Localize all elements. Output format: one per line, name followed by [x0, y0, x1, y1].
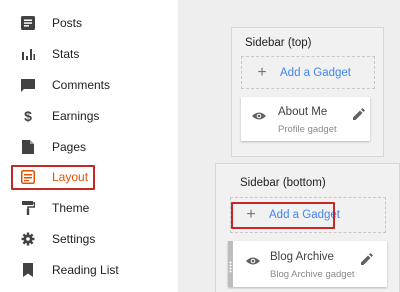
- layout-highlight: [11, 165, 95, 190]
- nav-label-earnings: Earnings: [52, 109, 100, 123]
- dollar-icon: $: [24, 108, 32, 124]
- nav-item-theme[interactable]: Theme: [10, 195, 89, 221]
- nav-item-settings[interactable]: Settings: [10, 226, 95, 252]
- posts-icon: [18, 13, 38, 33]
- gadget-title: Blog Archive: [270, 251, 334, 263]
- edit-pencil-icon[interactable]: [353, 107, 365, 125]
- section-sidebar-bottom: Sidebar (bottom) + Add a Gadget Blog Arc…: [215, 163, 400, 292]
- add-gadget-button[interactable]: + Add a Gadget: [241, 56, 375, 89]
- nav-label-theme: Theme: [52, 201, 90, 215]
- nav-item-comments[interactable]: Comments: [10, 72, 110, 98]
- gadget-subtitle: Profile gadget: [278, 124, 337, 135]
- nav-item-posts[interactable]: Posts: [10, 10, 82, 36]
- nav-item-stats[interactable]: Stats: [10, 41, 79, 67]
- edit-pencil-icon[interactable]: [361, 252, 373, 270]
- gear-icon: [18, 229, 38, 249]
- nav-label-pages: Pages: [52, 140, 87, 154]
- gadget-about-me[interactable]: About Me Profile gadget: [241, 97, 370, 141]
- paint-roller-icon: [18, 198, 38, 218]
- gadget-subtitle: Blog Archive gadget: [270, 269, 355, 280]
- nav-item-reading-list[interactable]: Reading List: [10, 257, 119, 283]
- section-sidebar-top: Sidebar (top) + Add a Gadget About Me Pr…: [231, 27, 384, 157]
- section-title: Sidebar (top): [245, 37, 312, 49]
- section-title: Sidebar (bottom): [240, 177, 326, 189]
- left-nav: Posts Stats Comments $ Earnings Pages La…: [0, 0, 178, 292]
- gadget-blog-archive[interactable]: Blog Archive Blog Archive gadget: [228, 241, 387, 287]
- comment-icon: [18, 75, 38, 95]
- eye-icon[interactable]: [252, 108, 266, 126]
- nav-label-posts: Posts: [52, 16, 83, 30]
- gadget-title: About Me: [278, 106, 328, 118]
- bookmark-icon: [18, 260, 38, 280]
- drag-handle[interactable]: [228, 241, 233, 287]
- nav-item-pages[interactable]: Pages: [10, 134, 86, 160]
- nav-label-stats: Stats: [52, 47, 80, 61]
- bar-chart-icon: [18, 44, 38, 64]
- nav-label-comments: Comments: [52, 78, 111, 92]
- nav-item-earnings[interactable]: $ Earnings: [10, 103, 99, 129]
- nav-label-settings: Settings: [52, 232, 96, 246]
- add-gadget-label: Add a Gadget: [280, 66, 351, 79]
- add-gadget-highlight: [231, 202, 335, 229]
- eye-icon[interactable]: [246, 253, 260, 271]
- page-icon: [18, 137, 38, 157]
- nav-label-reading-list: Reading List: [52, 263, 119, 277]
- plus-icon: +: [257, 63, 267, 81]
